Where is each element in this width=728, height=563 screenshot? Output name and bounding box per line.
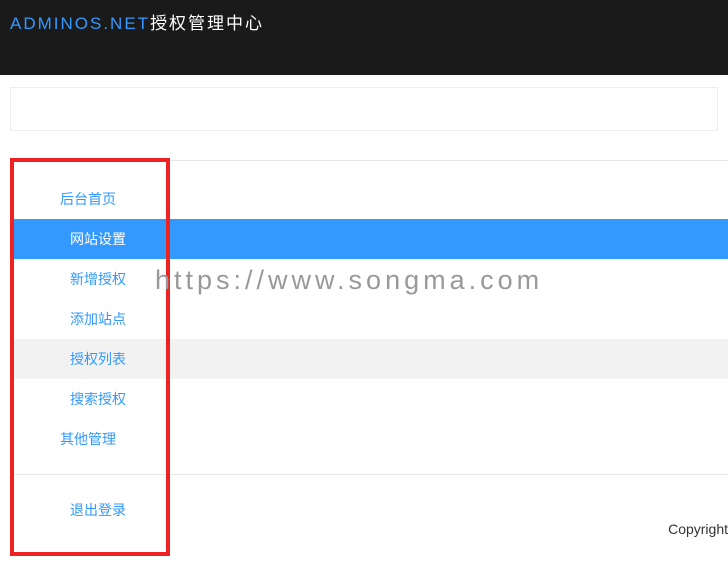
sidebar-item-label: 其他管理 [60,431,116,447]
brand-name[interactable]: ADMINOS.NET [10,14,150,33]
sidebar-item-label: 后台首页 [60,191,116,207]
top-header: ADMINOS.NET授权管理中心 [0,0,728,75]
sidebar-item-search-auth[interactable]: 搜索授权 [10,379,728,419]
sidebar-item-auth-list[interactable]: 授权列表 [10,339,728,379]
sidebar-item-logout[interactable]: 退出登录 [10,490,728,530]
sidebar-divider-bottom [10,474,728,475]
sidebar-item-label: 搜索授权 [70,391,126,407]
sidebar-item-label: 退出登录 [70,502,126,518]
sidebar-item-add-site[interactable]: 添加站点 [10,299,728,339]
sidebar-item-other-manage[interactable]: 其他管理 [10,419,728,459]
sidebar-item-label: 网站设置 [70,231,126,247]
sidebar-item-label: 新增授权 [70,271,126,287]
brand-suffix: 授权管理中心 [150,14,264,33]
sidebar-item-home[interactable]: 后台首页 [10,179,728,219]
sidebar-item-new-auth[interactable]: 新增授权 [10,259,728,299]
sidebar-item-label: 添加站点 [70,311,126,327]
sidebar-nav: 后台首页 网站设置 新增授权 添加站点 授权列表 搜索授权 其他管理 退出登录 [10,160,728,530]
content-placeholder [10,87,718,131]
sidebar-divider-top [10,160,728,161]
sidebar-item-label: 授权列表 [70,351,126,367]
copyright-text: Copyright [668,521,728,537]
sidebar-item-site-settings[interactable]: 网站设置 [10,219,728,259]
